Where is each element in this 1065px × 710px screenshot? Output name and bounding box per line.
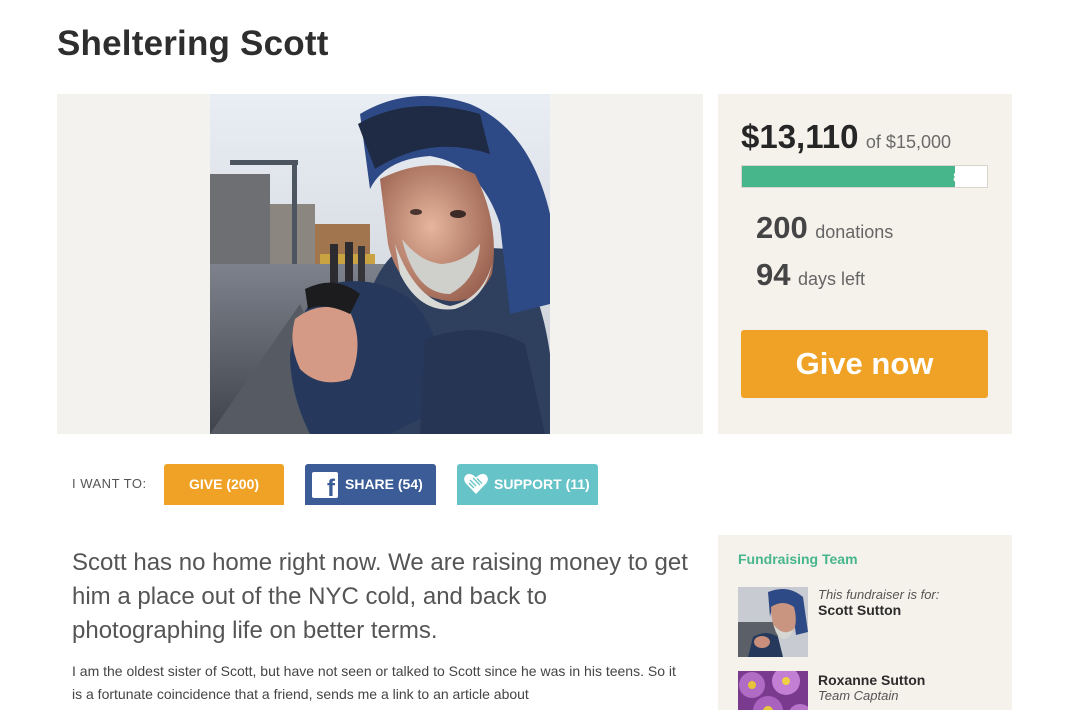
progress-bar: 87% bbox=[741, 165, 988, 188]
raised-summary: $13,110 of $15,000 bbox=[741, 118, 951, 156]
member-name[interactable]: Roxanne Sutton bbox=[818, 672, 925, 688]
goal-amount: of $15,000 bbox=[865, 132, 951, 152]
campaign-photo bbox=[210, 94, 550, 434]
page-title: Sheltering Scott bbox=[57, 24, 329, 63]
story-lead: Scott has no home right now. We are rais… bbox=[72, 549, 688, 644]
days-label: days left bbox=[797, 269, 865, 289]
days-left-stat: 94 days left bbox=[756, 257, 865, 293]
raised-amount: $13,110 bbox=[741, 118, 859, 155]
campaign-hero bbox=[57, 94, 703, 434]
heart-icon bbox=[463, 471, 489, 513]
member-info: This fundraiser is for: Scott Sutton bbox=[818, 587, 939, 618]
member-avatar[interactable] bbox=[738, 671, 808, 710]
story-body: I am the oldest sister of Scott, but hav… bbox=[72, 663, 676, 702]
member-info: Roxanne Sutton Team Captain bbox=[818, 672, 925, 703]
member-note: This fundraiser is for: bbox=[818, 587, 940, 602]
days-count: 94 bbox=[756, 257, 791, 292]
progress-percent: 87% bbox=[952, 169, 981, 185]
member-role: Team Captain bbox=[818, 688, 899, 703]
member-name[interactable]: Scott Sutton bbox=[818, 602, 939, 618]
facebook-icon: f bbox=[312, 472, 338, 501]
support-button-label: SUPPORT (11) bbox=[494, 476, 590, 492]
share-button[interactable]: f SHARE (54) bbox=[305, 464, 436, 505]
member-avatar[interactable] bbox=[738, 587, 808, 657]
action-prompt: I WANT TO: bbox=[72, 476, 147, 491]
give-now-button[interactable]: Give now bbox=[741, 330, 988, 398]
donations-label: donations bbox=[815, 222, 894, 242]
donations-stat: 200 donations bbox=[756, 210, 893, 246]
share-button-label: SHARE (54) bbox=[345, 476, 423, 492]
fundraising-team-panel: Fundraising Team This fundraiser is for:… bbox=[718, 535, 1012, 710]
give-button[interactable]: GIVE (200) bbox=[164, 464, 284, 505]
progress-fill bbox=[742, 166, 956, 187]
fundraising-stats: $13,110 of $15,000 87% 200 donations 94 … bbox=[718, 94, 1012, 434]
donations-count: 200 bbox=[756, 210, 808, 245]
team-title: Fundraising Team bbox=[738, 551, 858, 567]
support-button[interactable]: SUPPORT (11) bbox=[457, 464, 598, 505]
give-button-label: GIVE (200) bbox=[188, 476, 260, 492]
